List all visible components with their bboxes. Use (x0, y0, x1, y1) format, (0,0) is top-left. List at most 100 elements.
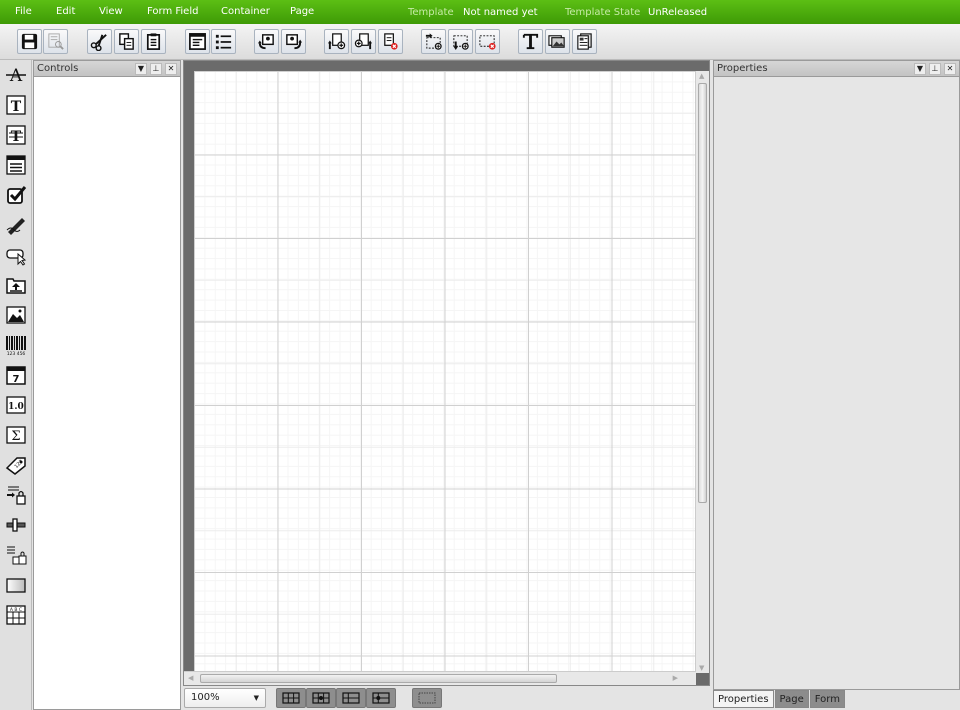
palette-numeric[interactable]: 1.0 (4, 393, 28, 417)
palette-group-lock[interactable] (4, 543, 28, 567)
svg-text:T: T (11, 99, 22, 115)
palette-button[interactable] (4, 243, 28, 267)
sigma-icon: Σ (6, 426, 26, 444)
tab-form[interactable]: Form (809, 690, 845, 708)
palette-slider[interactable] (4, 513, 28, 537)
zoom-select[interactable]: 100% ▼ (184, 688, 266, 708)
slider-icon (6, 518, 26, 532)
tab-properties[interactable]: Properties (713, 690, 774, 708)
menu-file[interactable]: File (15, 6, 32, 17)
export-button[interactable] (281, 29, 306, 54)
grid-2-rows-button[interactable] (336, 688, 366, 708)
grid-row-point-button[interactable] (366, 688, 396, 708)
paste-button[interactable] (141, 29, 166, 54)
selection-box-button[interactable] (412, 688, 442, 708)
images-button[interactable] (545, 29, 570, 54)
properties-tabs: Properties Page Form (713, 690, 846, 708)
controls-palette: A T T 123 456 7 1.0 Σ 123 A B C (0, 60, 32, 710)
cut-button[interactable] (87, 29, 112, 54)
numeric-icon: 1.0 (6, 396, 26, 414)
menu-page[interactable]: Page (290, 6, 314, 17)
menu-form-field[interactable]: Form Field (147, 6, 198, 17)
controls-panel-menu-button[interactable]: ▼ (135, 63, 147, 75)
svg-text:7: 7 (13, 374, 20, 385)
lock-field-icon (7, 486, 26, 505)
horizontal-scroll-thumb[interactable] (200, 674, 557, 683)
palette-image[interactable] (4, 303, 28, 327)
button-cursor-icon (6, 249, 27, 266)
file-upload-icon (6, 278, 26, 294)
import-icon (257, 34, 274, 50)
palette-barcode[interactable]: 123 456 (4, 333, 28, 357)
menu-container[interactable]: Container (221, 6, 270, 17)
svg-text:123 456: 123 456 (7, 351, 26, 356)
page-view-button[interactable] (572, 29, 597, 54)
insert-container-below-button[interactable] (448, 29, 473, 54)
palette-text-field[interactable]: T (4, 93, 28, 117)
tab-page[interactable]: Page (774, 690, 809, 708)
palette-lock-field[interactable] (4, 483, 28, 507)
preview-button[interactable] (43, 29, 68, 54)
scroll-right-arrow[interactable]: ▶ (673, 674, 678, 682)
template-name: Not named yet (463, 7, 538, 18)
preview-icon (48, 33, 64, 50)
save-icon (21, 33, 38, 50)
form-layout-button[interactable] (185, 29, 210, 54)
calendar-icon: 7 (6, 366, 26, 385)
palette-label[interactable]: A (4, 63, 28, 87)
insert-page-before-button[interactable] (324, 29, 349, 54)
export-icon (286, 34, 303, 50)
list-icon (215, 34, 232, 50)
delete-container-button[interactable] (475, 29, 500, 54)
controls-panel-pin-button[interactable]: ⊥ (150, 63, 162, 75)
vertical-scroll-thumb[interactable] (698, 83, 707, 503)
insert-container-right-button[interactable] (421, 29, 446, 54)
import-button[interactable] (254, 29, 279, 54)
palette-rectangle[interactable] (4, 573, 28, 597)
grid-3x2-button[interactable] (276, 688, 306, 708)
properties-panel-title: Properties (717, 63, 768, 74)
palette-checkbox[interactable] (4, 183, 28, 207)
menu-edit[interactable]: Edit (56, 6, 75, 17)
grid-center-point-button[interactable] (306, 688, 336, 708)
scroll-up-arrow[interactable]: ▲ (699, 72, 704, 80)
palette-signature[interactable] (4, 213, 28, 237)
vertical-scrollbar[interactable]: ▲ ▼ (695, 71, 709, 673)
menu-view[interactable]: View (99, 6, 123, 17)
palette-table[interactable]: A B C (4, 603, 28, 627)
checkbox-icon (7, 186, 27, 204)
insert-container-below-icon (453, 35, 469, 51)
properties-panel: Properties ▼ ⊥ ✕ (713, 60, 960, 690)
properties-panel-pin-button[interactable]: ⊥ (929, 63, 941, 75)
properties-panel-close-button[interactable]: ✕ (944, 63, 956, 75)
barcode-icon: 123 456 (6, 336, 26, 356)
scroll-down-arrow[interactable]: ▼ (699, 664, 704, 672)
properties-panel-menu-button[interactable]: ▼ (914, 63, 926, 75)
template-label: Template (408, 7, 454, 18)
palette-file-upload[interactable] (4, 273, 28, 297)
svg-text:A: A (9, 66, 23, 86)
image-icon (6, 306, 26, 324)
grid-icon (282, 692, 300, 704)
delete-page-icon (384, 33, 398, 50)
palette-date-picker[interactable]: 7 (4, 363, 28, 387)
controls-panel: Controls ▼ ⊥ ✕ (33, 60, 181, 710)
copy-button[interactable] (114, 29, 139, 54)
save-button[interactable] (17, 29, 42, 54)
rename-button[interactable] (518, 29, 543, 54)
insert-page-after-icon (354, 33, 373, 50)
horizontal-scrollbar[interactable]: ◀ ▶ (184, 671, 696, 685)
palette-tag[interactable]: 123 (4, 453, 28, 477)
controls-panel-close-button[interactable]: ✕ (165, 63, 177, 75)
palette-list-box[interactable] (4, 153, 28, 177)
scroll-left-arrow[interactable]: ◀ (188, 674, 193, 682)
form-page[interactable] (194, 71, 696, 673)
palette-multiline-text[interactable]: T (4, 123, 28, 147)
signature-pen-icon (6, 218, 25, 235)
tag-icon: 123 (5, 457, 26, 475)
list-layout-button[interactable] (211, 29, 236, 54)
group-lock-icon (7, 546, 27, 565)
insert-page-after-button[interactable] (351, 29, 376, 54)
palette-calculated[interactable]: Σ (4, 423, 28, 447)
delete-page-button[interactable] (378, 29, 403, 54)
